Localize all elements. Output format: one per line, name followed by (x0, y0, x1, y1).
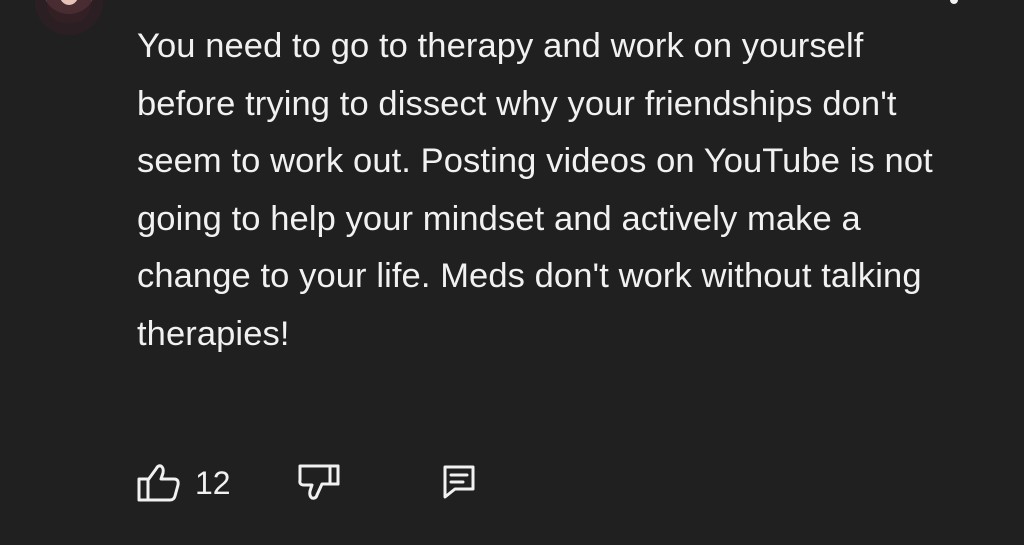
comment-actions: 12 (137, 462, 537, 504)
like-count: 12 (195, 465, 231, 501)
like-button[interactable]: 12 (137, 462, 231, 504)
comment-item: You need to go to therapy and work on yo… (0, 0, 1024, 545)
comment-reply-icon (441, 463, 477, 503)
more-vert-icon[interactable] (950, 0, 958, 4)
comment-author[interactable] (137, 0, 357, 6)
thumb-up-icon (137, 463, 181, 503)
dislike-button[interactable] (297, 462, 341, 504)
reply-button[interactable] (441, 462, 477, 504)
comment-text: You need to go to therapy and work on yo… (137, 27, 933, 353)
avatar[interactable] (35, 0, 103, 35)
thumb-down-icon (297, 463, 341, 503)
